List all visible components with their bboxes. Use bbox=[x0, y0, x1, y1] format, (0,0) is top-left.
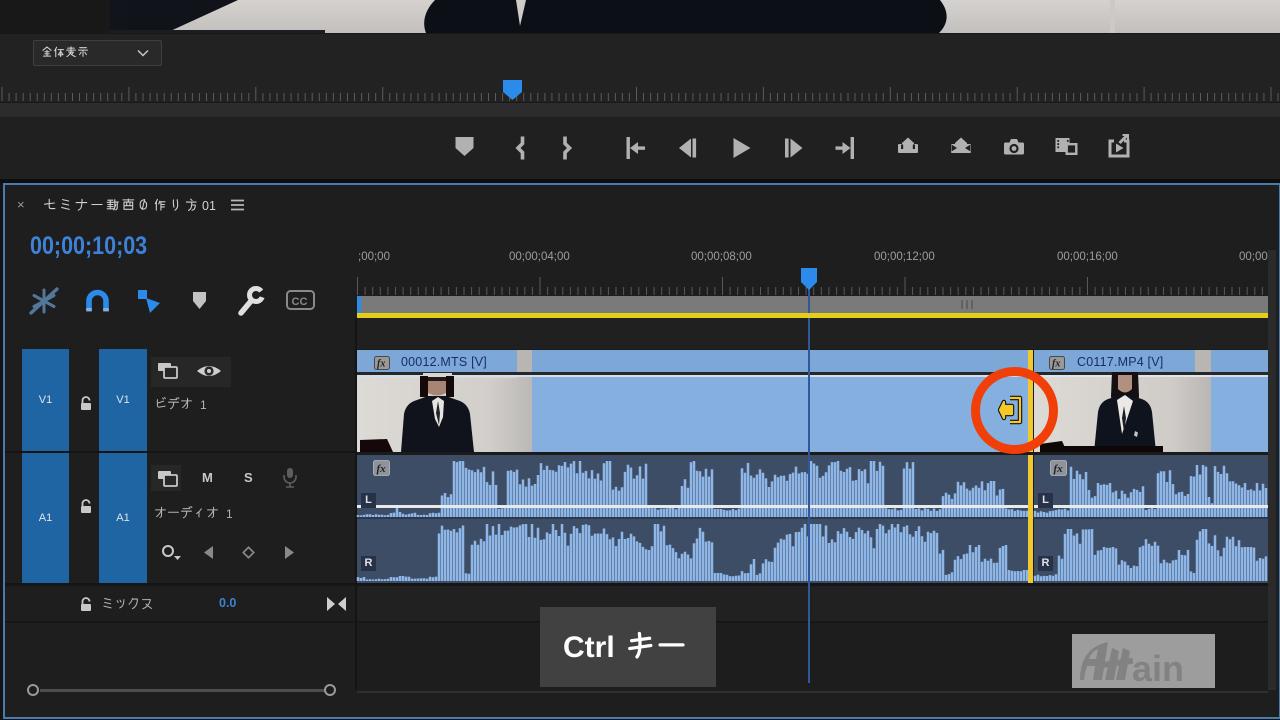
svg-text:fx: fx bbox=[377, 463, 387, 475]
svg-text:fx: fx bbox=[1054, 463, 1064, 475]
svg-text:ain: ain bbox=[1132, 648, 1184, 688]
